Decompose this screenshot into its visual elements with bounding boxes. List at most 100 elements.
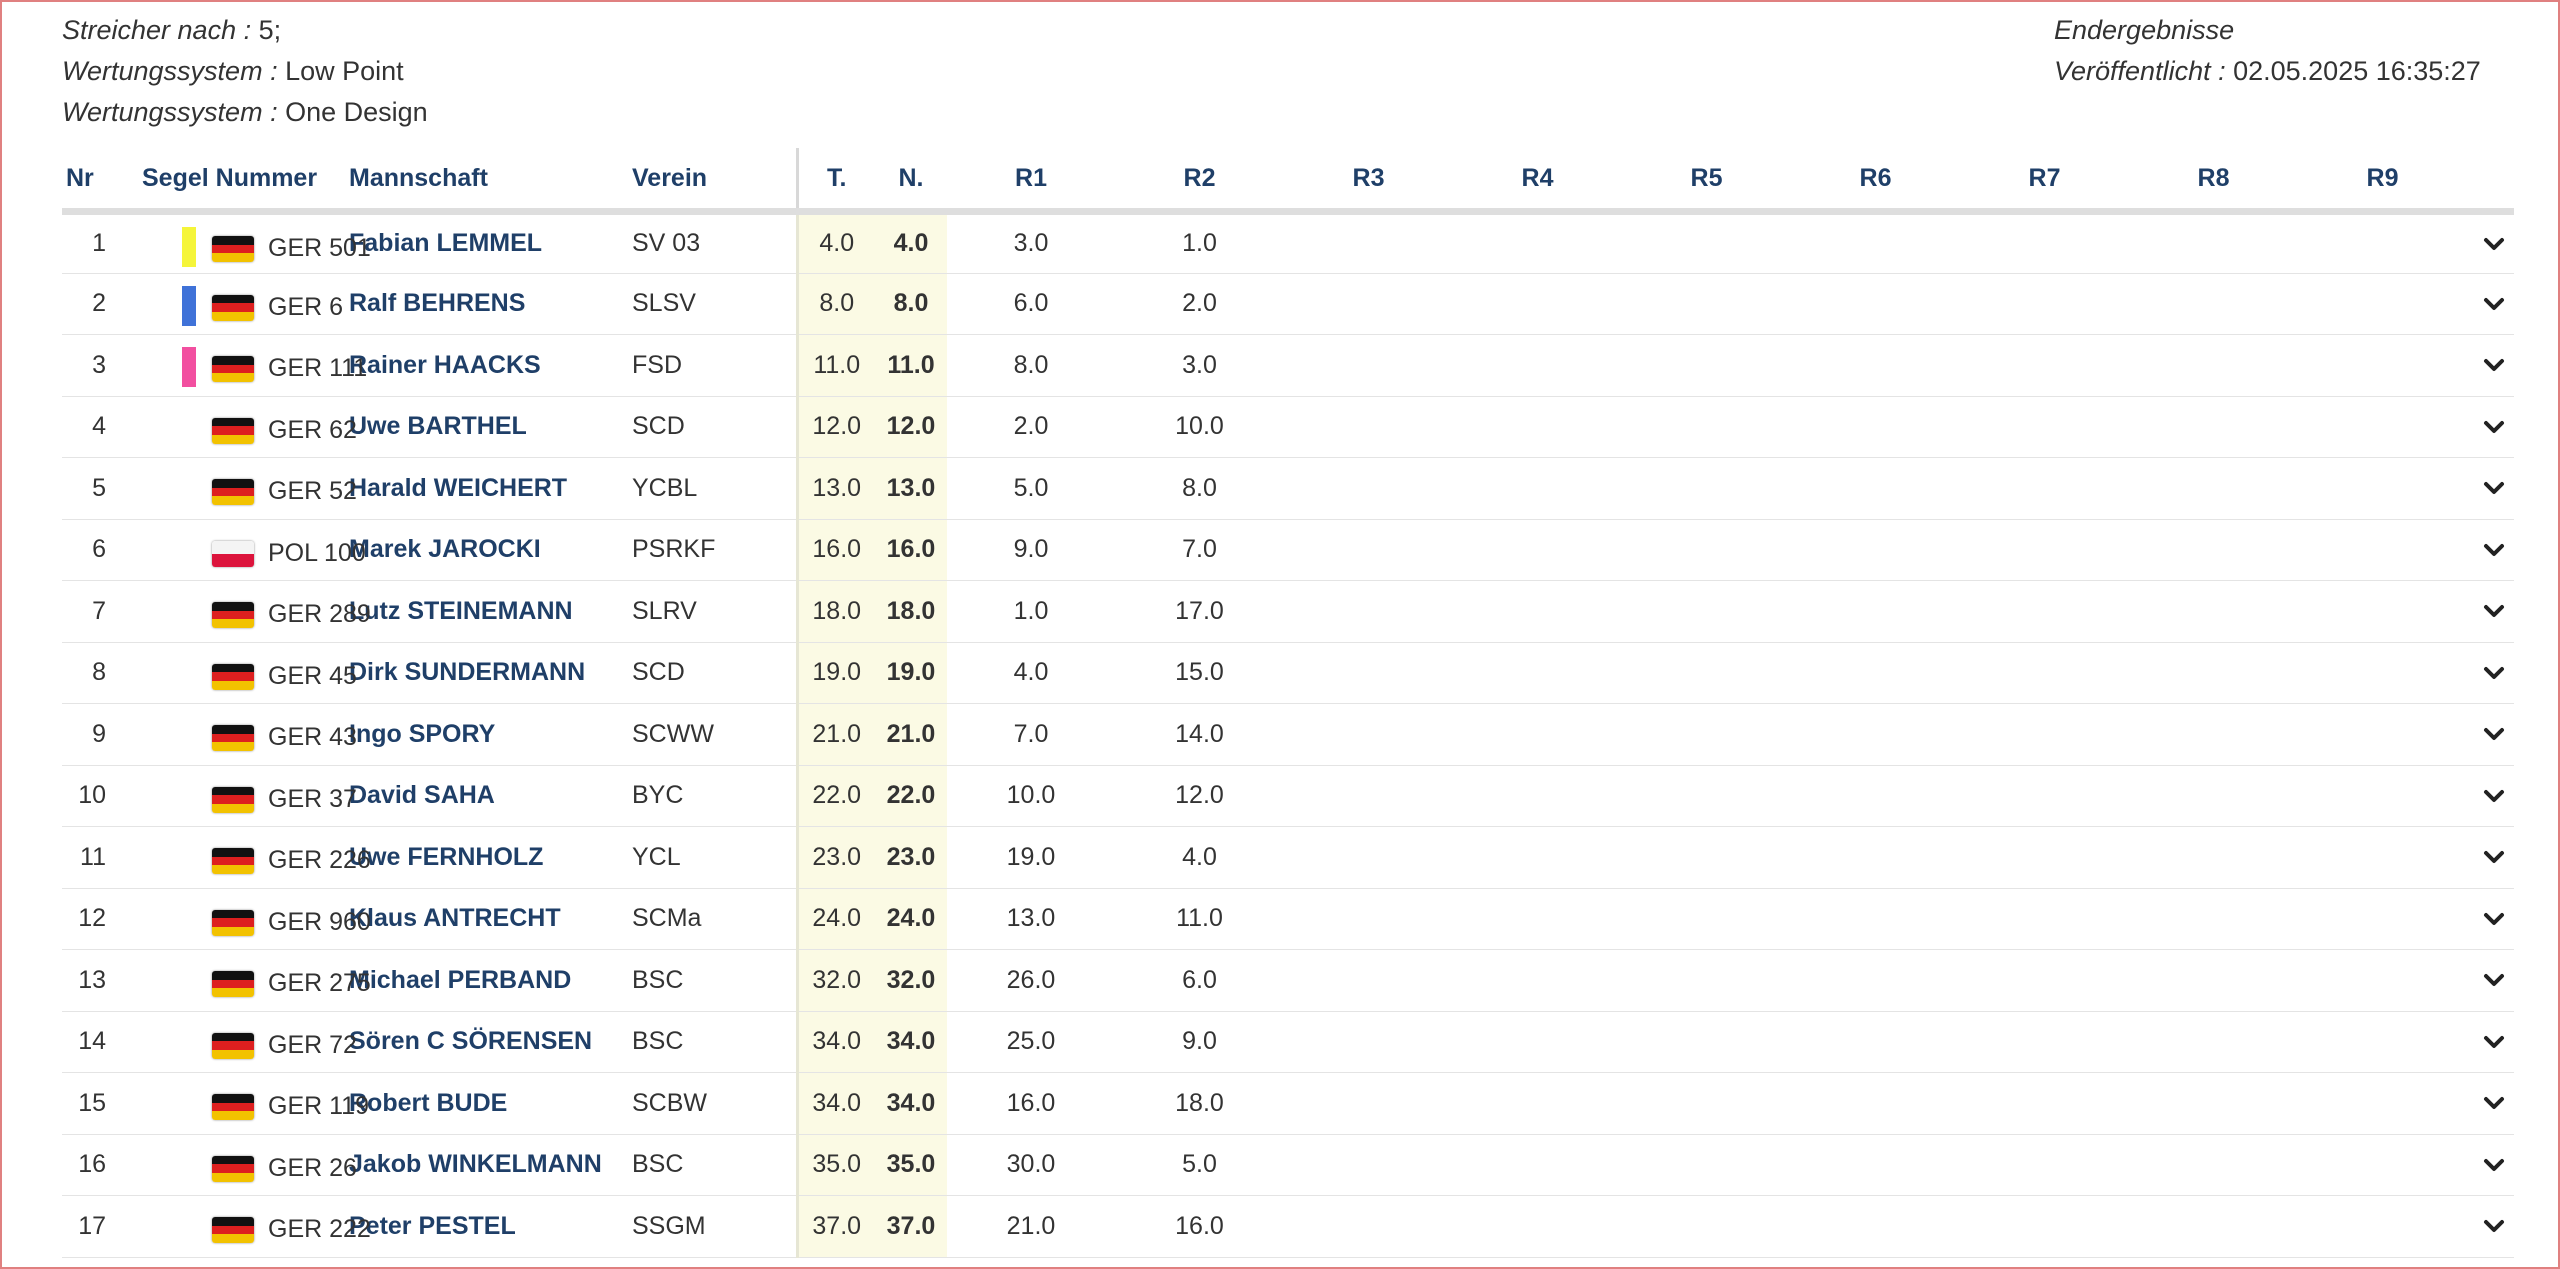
team-name[interactable]: Ingo SPORY bbox=[349, 703, 632, 766]
team-name[interactable]: Sören C SÖRENSEN bbox=[349, 1011, 632, 1073]
race-r1-cell: 1.0 bbox=[947, 580, 1115, 643]
team-name[interactable]: Jakob WINKELMANN bbox=[349, 1134, 632, 1196]
expand-row-button[interactable] bbox=[2467, 949, 2514, 1012]
team-name[interactable]: Lutz STEINEMANN bbox=[349, 580, 632, 643]
total-points-cell: 4.0 bbox=[795, 211, 875, 274]
race-r9-cell bbox=[2298, 826, 2467, 889]
race-r3-cell bbox=[1284, 396, 1453, 458]
race-r1-cell: 9.0 bbox=[947, 519, 1115, 581]
expand-row-button[interactable] bbox=[2467, 1134, 2514, 1196]
col-header-r5[interactable]: R5 bbox=[1622, 148, 1791, 215]
expand-row-button[interactable] bbox=[2467, 457, 2514, 520]
chevron-down-icon[interactable] bbox=[2478, 780, 2510, 812]
pol-flag-icon bbox=[212, 540, 254, 567]
team-name[interactable]: Michael PERBAND bbox=[349, 949, 632, 1012]
col-header-r4[interactable]: R4 bbox=[1453, 148, 1622, 215]
table-row[interactable]: 16 GER 26 Jakob WINKELMANN BSC 35.0 35.0 30.0 5… bbox=[62, 1134, 2514, 1196]
chevron-down-icon[interactable] bbox=[2478, 903, 2510, 935]
col-header-r8[interactable]: R8 bbox=[2129, 148, 2298, 215]
chevron-down-icon[interactable] bbox=[2478, 228, 2510, 260]
team-name[interactable]: Uwe BARTHEL bbox=[349, 396, 632, 458]
expand-row-button[interactable] bbox=[2467, 703, 2514, 766]
expand-row-button[interactable] bbox=[2467, 826, 2514, 889]
expand-row-button[interactable] bbox=[2467, 580, 2514, 643]
team-name[interactable]: Marek JAROCKI bbox=[349, 519, 632, 581]
table-row[interactable]: 1 GER 501 Fabian LEMMEL SV 03 4.0 4.0 3.0 1.0 bbox=[62, 211, 2514, 274]
table-row[interactable]: 13 GER 275 Michael PERBAND BSC 32.0 32.0 26.0 6… bbox=[62, 949, 2514, 1012]
expand-row-button[interactable] bbox=[2467, 1011, 2514, 1073]
team-name[interactable]: Peter PESTEL bbox=[349, 1195, 632, 1258]
expand-row-button[interactable] bbox=[2467, 211, 2514, 274]
col-header-r9[interactable]: R9 bbox=[2298, 148, 2467, 215]
team-name[interactable]: Rainer HAACKS bbox=[349, 334, 632, 397]
chevron-down-icon[interactable] bbox=[2478, 349, 2510, 381]
chevron-down-icon[interactable] bbox=[2478, 1026, 2510, 1058]
race-r5-cell bbox=[1622, 1072, 1791, 1135]
table-row[interactable]: 5 GER 52 Harald WEICHERT YCBL 13.0 13.0 5.0 8.0 bbox=[62, 457, 2514, 520]
col-header-total[interactable]: T. bbox=[795, 148, 875, 215]
chevron-down-icon[interactable] bbox=[2478, 288, 2510, 320]
results-table-wrapper: Nr Segel Nummer Mannschaft Verein T. N. … bbox=[62, 148, 2514, 1258]
team-name[interactable]: Fabian LEMMEL bbox=[349, 211, 632, 274]
expand-row-button[interactable] bbox=[2467, 396, 2514, 458]
team-name[interactable]: Ralf BEHRENS bbox=[349, 273, 632, 335]
col-header-mannschaft[interactable]: Mannschaft bbox=[349, 148, 632, 215]
expand-row-button[interactable] bbox=[2467, 888, 2514, 950]
table-row[interactable]: 12 GER 960 Klaus ANTRECHT SCMa 24.0 24.0 13.0 1… bbox=[62, 888, 2514, 950]
col-header-net[interactable]: N. bbox=[875, 148, 947, 215]
table-row[interactable]: 2 GER 6 Ralf BEHRENS SLSV 8.0 8.0 6.0 2.0 bbox=[62, 273, 2514, 335]
race-r9-cell bbox=[2298, 273, 2467, 335]
chevron-down-icon[interactable] bbox=[2478, 411, 2510, 443]
chevron-down-icon[interactable] bbox=[2478, 841, 2510, 873]
team-name[interactable]: Uwe FERNHOLZ bbox=[349, 826, 632, 889]
chevron-down-icon[interactable] bbox=[2478, 1087, 2510, 1119]
sail-number: GER 275 bbox=[268, 969, 371, 997]
team-name[interactable]: Robert BUDE bbox=[349, 1072, 632, 1135]
table-row[interactable]: 8 GER 45 Dirk SUNDERMANN SCD 19.0 19.0 4.0 15.0 bbox=[62, 642, 2514, 704]
chevron-down-icon[interactable] bbox=[2478, 964, 2510, 996]
table-row[interactable]: 4 GER 62 Uwe BARTHEL SCD 12.0 12.0 2.0 10.0 bbox=[62, 396, 2514, 458]
col-header-r7[interactable]: R7 bbox=[1960, 148, 2129, 215]
chevron-down-icon[interactable] bbox=[2478, 1149, 2510, 1181]
expand-row-button[interactable] bbox=[2467, 765, 2514, 827]
chevron-down-icon[interactable] bbox=[2478, 657, 2510, 689]
expand-row-button[interactable] bbox=[2467, 642, 2514, 704]
table-row[interactable]: 11 GER 226 Uwe FERNHOLZ YCL 23.0 23.0 19.0 4.0 bbox=[62, 826, 2514, 889]
expand-row-button[interactable] bbox=[2467, 273, 2514, 335]
race-r8-cell bbox=[2129, 580, 2298, 643]
table-row[interactable]: 9 GER 43 Ingo SPORY SCWW 21.0 21.0 7.0 14.0 bbox=[62, 703, 2514, 766]
col-header-r6[interactable]: R6 bbox=[1791, 148, 1960, 215]
expand-row-button[interactable] bbox=[2467, 334, 2514, 397]
chevron-down-icon[interactable] bbox=[2478, 472, 2510, 504]
race-r9-cell bbox=[2298, 211, 2467, 274]
race-r5-cell bbox=[1622, 396, 1791, 458]
table-row[interactable]: 14 GER 72 Sören C SÖRENSEN BSC 34.0 34.0 25.0 9… bbox=[62, 1011, 2514, 1073]
total-points-cell: 22.0 bbox=[795, 765, 875, 827]
race-r1-cell: 26.0 bbox=[947, 949, 1115, 1012]
table-row[interactable]: 6 POL 100 Marek JAROCKI PSRKF 16.0 16.0 9.0 7.0 bbox=[62, 519, 2514, 581]
col-header-r2[interactable]: R2 bbox=[1115, 148, 1284, 215]
table-row[interactable]: 7 GER 289 Lutz STEINEMANN SLRV 18.0 18.0 1.0 17… bbox=[62, 580, 2514, 643]
team-name[interactable]: Klaus ANTRECHT bbox=[349, 888, 632, 950]
table-row[interactable]: 10 GER 37 David SAHA BYC 22.0 22.0 10.0 12.0 bbox=[62, 765, 2514, 827]
race-r1-cell: 2.0 bbox=[947, 396, 1115, 458]
chevron-down-icon[interactable] bbox=[2478, 534, 2510, 566]
team-name[interactable]: Harald WEICHERT bbox=[349, 457, 632, 520]
col-header-nr[interactable]: Nr bbox=[62, 148, 130, 215]
expand-row-button[interactable] bbox=[2467, 1195, 2514, 1258]
col-header-r3[interactable]: R3 bbox=[1284, 148, 1453, 215]
chevron-down-icon[interactable] bbox=[2478, 595, 2510, 627]
table-row[interactable]: 15 GER 119 Robert BUDE SCBW 34.0 34.0 16.0 18.0 bbox=[62, 1072, 2514, 1135]
team-name[interactable]: Dirk SUNDERMANN bbox=[349, 642, 632, 704]
chevron-down-icon[interactable] bbox=[2478, 1210, 2510, 1242]
col-header-segel-nummer[interactable]: Segel Nummer bbox=[130, 148, 349, 215]
table-row[interactable]: 17 GER 222 Peter PESTEL SSGM 37.0 37.0 21.0 16.… bbox=[62, 1195, 2514, 1258]
table-row[interactable]: 3 GER 111 Rainer HAACKS FSD 11.0 11.0 8.0 3.0 bbox=[62, 334, 2514, 397]
sail-number: GER 26 bbox=[268, 1153, 357, 1182]
col-header-r1[interactable]: R1 bbox=[947, 148, 1115, 215]
chevron-down-icon[interactable] bbox=[2478, 718, 2510, 750]
col-header-verein[interactable]: Verein bbox=[632, 148, 797, 215]
team-name[interactable]: David SAHA bbox=[349, 765, 632, 827]
expand-row-button[interactable] bbox=[2467, 519, 2514, 581]
expand-row-button[interactable] bbox=[2467, 1072, 2514, 1135]
